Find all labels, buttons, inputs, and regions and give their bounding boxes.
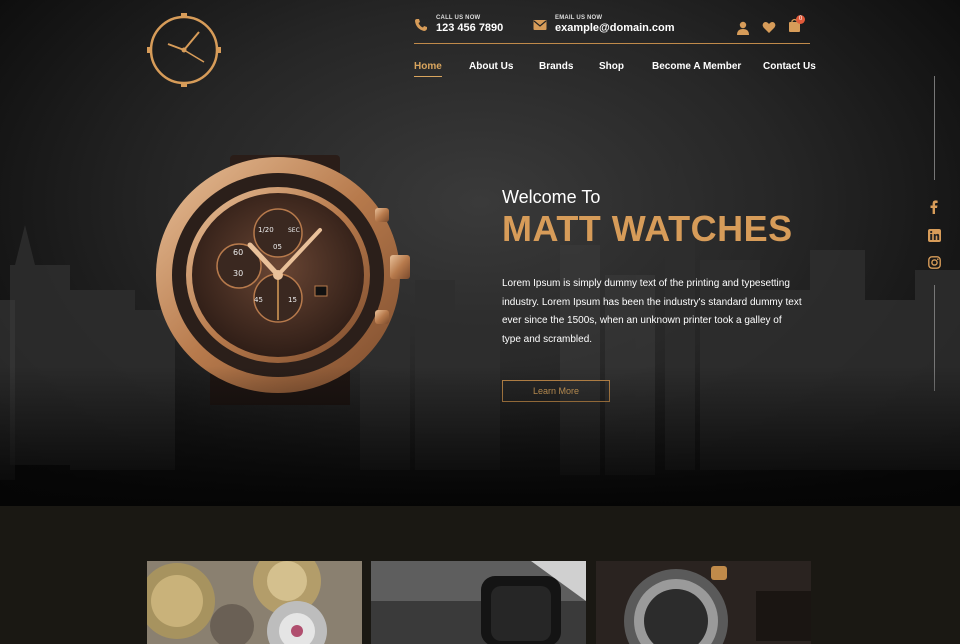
nav-become-a-member[interactable]: Become A Member [652,61,741,72]
cart-button[interactable]: 0 [788,15,805,37]
chronograph-watch-image: 1/20 SEC 60 30 05 45 15 [156,155,410,405]
instagram-link[interactable] [926,254,942,270]
watch-text-sec: SEC [288,227,300,234]
cart-count-badge: 0 [796,15,805,24]
hero-description: Lorem Ipsum is simply dummy text of the … [502,278,802,345]
header-divider [414,43,810,44]
nav-contact-us[interactable]: Contact Us [763,61,816,72]
hero-section: CALL US NOW 123 456 7890 EMAIL US NOW ex… [0,0,960,506]
nav-brands[interactable]: Brands [539,61,573,72]
header-actions: 0 [736,15,805,37]
city-skyline-background [0,160,960,480]
user-icon[interactable] [736,21,750,35]
email-address[interactable]: example@domain.com [555,22,675,34]
phone-icon [415,18,427,31]
watch-text-30: 30 [233,269,243,278]
watch-text-60: 60 [233,248,243,257]
facebook-link[interactable] [926,199,942,215]
watch-gears-image [147,561,362,644]
nav-shop[interactable]: Shop [599,61,624,72]
watch-text-45: 45 [254,296,263,304]
hero-welcome: Welcome To [502,187,601,207]
hero-title: MATT WATCHES [502,208,793,249]
email-us-block[interactable]: EMAIL US NOW example@domain.com [533,15,675,34]
steel-watch-image [596,561,811,644]
gallery-thumb-3[interactable] [596,561,811,644]
email-us-label: EMAIL US NOW [555,15,603,21]
gallery-thumb-1[interactable] [147,561,362,644]
clock-logo-icon[interactable] [146,12,222,88]
watch-text-15: 15 [288,296,297,304]
watch-text-05: 05 [273,243,282,251]
watch-text-1-20: 1/20 [258,226,274,234]
heart-icon[interactable] [762,21,776,34]
nav-home[interactable]: Home [414,61,442,77]
social-divider-bottom [934,285,935,391]
black-watch-image [371,561,586,644]
instagram-icon [927,255,941,269]
nav-about-us[interactable]: About Us [469,61,513,72]
learn-more-button[interactable]: Learn More [502,380,610,402]
social-divider-top [934,76,935,180]
gallery-thumb-2[interactable] [371,561,586,644]
linkedin-icon [927,228,941,242]
call-us-label: CALL US NOW [436,15,481,21]
phone-number[interactable]: 123 456 7890 [436,22,503,34]
call-us-block[interactable]: CALL US NOW 123 456 7890 [414,15,503,34]
facebook-icon [930,200,938,214]
envelope-icon [533,19,547,30]
linkedin-link[interactable] [926,227,942,243]
